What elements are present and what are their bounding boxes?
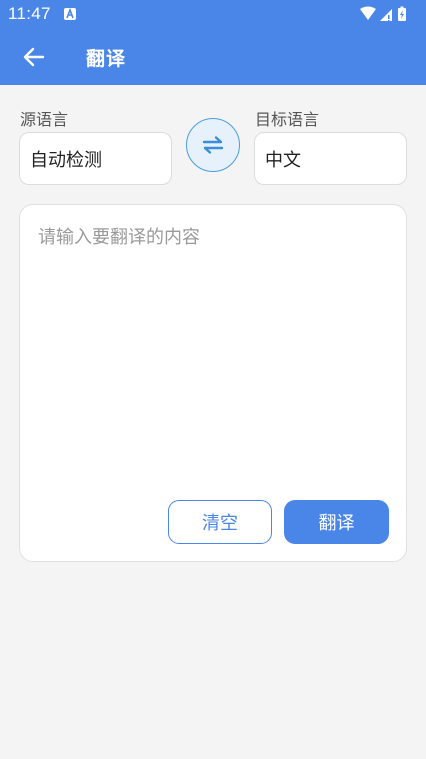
- app-bar: 11:47 翻译: [0, 0, 426, 85]
- source-language-select[interactable]: 自动检测: [19, 132, 172, 185]
- swap-arrows-icon: [202, 136, 224, 154]
- status-time: 11:47: [8, 4, 51, 23]
- input-card: 清空 翻译: [19, 204, 407, 562]
- source-language-value: 自动检测: [30, 149, 102, 171]
- translate-input[interactable]: [38, 223, 388, 483]
- clear-button[interactable]: 清空: [168, 500, 272, 544]
- target-language-label: 目标语言: [255, 110, 320, 129]
- source-language-label: 源语言: [20, 110, 69, 129]
- back-button[interactable]: [14, 40, 54, 74]
- target-language-select[interactable]: 中文: [254, 132, 407, 185]
- swap-languages-button[interactable]: [186, 118, 240, 172]
- status-icons: [360, 6, 406, 21]
- wifi-icon: [360, 6, 376, 20]
- signal-icon: [380, 9, 392, 21]
- status-bar: 11:47: [0, 0, 426, 28]
- target-language-value: 中文: [265, 149, 301, 171]
- battery-charging-icon: [398, 6, 406, 21]
- translate-button[interactable]: 翻译: [284, 500, 389, 544]
- page-title: 翻译: [86, 48, 127, 70]
- arrow-left-icon: [23, 47, 45, 67]
- notification-a-icon: [64, 8, 76, 20]
